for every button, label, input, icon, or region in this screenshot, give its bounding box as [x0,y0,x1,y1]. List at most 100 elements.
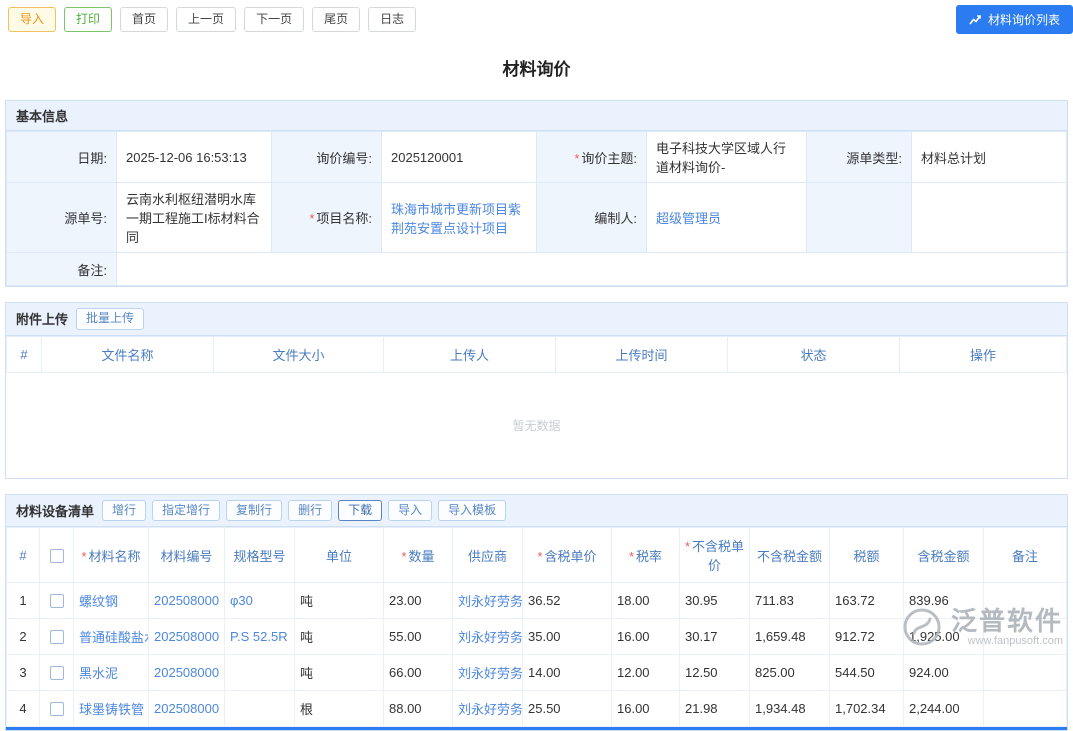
cell-qty: 23.00 [384,583,453,619]
basic-info-title: 基本信息 [16,106,68,125]
required-mark: * [574,151,579,166]
attachments-column-header: # [7,336,42,372]
nav-buttons: 首页上一页下一页尾页日志 [120,7,416,31]
name-link[interactable]: 普通硅酸盐水泥 [79,630,149,645]
attachments-header: 附件上传 批量上传 [6,303,1067,336]
cell-supplier: 刘永好劳务 [453,691,523,727]
attachments-header-row: #文件名称文件大小上传人上传时间状态操作 [7,336,1067,372]
cell-name: 螺纹钢 [74,583,149,619]
batch-upload-button[interactable]: 批量上传 [76,308,144,330]
cell-spec [225,655,295,691]
project-link[interactable]: 珠海市城市更新项目紫荆苑安置点设计项目 [391,202,521,236]
select-all-checkbox[interactable] [50,549,64,563]
cell-unit: 吨 [295,619,384,655]
materials-title: 材料设备清单 [16,501,94,520]
attachments-title: 附件上传 [16,309,68,328]
cell-amount_ex: 711.83 [750,583,830,619]
code-link[interactable]: 202508000 [154,701,219,716]
cell-name: 普通硅酸盐水泥 [74,619,149,655]
materials-column-header: *材料名称 [74,528,149,583]
author-link[interactable]: 超级管理员 [656,211,721,226]
cell-idx: 4 [7,691,40,727]
materials-toolbar-button[interactable]: 导入模板 [438,500,506,522]
row-checkbox[interactable] [50,630,64,644]
cell-amount_inc: 924.00 [904,655,984,691]
cell-idx: 1 [7,583,40,619]
inquiry-no-label: 询价编号: [272,132,382,183]
row-checkbox-cell [40,655,74,691]
cell-qty: 88.00 [384,691,453,727]
name-link[interactable]: 黑水泥 [79,666,118,681]
author-label: 编制人: [537,183,647,253]
cell-remark [984,691,1067,727]
materials-scrollbar[interactable] [6,727,1067,730]
fanpu-watermark: 泛普软件 www.fanpusoft.com [901,606,1063,648]
nav-button[interactable]: 首页 [120,7,168,31]
print-button[interactable]: 打印 [64,7,112,31]
basic-info-row-2: 源单号: 云南水利枢纽潜明水库一期工程施工I标材料合同 *项目名称: 珠海市城市… [7,183,1067,253]
date-value: 2025-12-06 16:53:13 [117,132,272,183]
cell-amount_inc: 2,244.00 [904,691,984,727]
cell-amount_ex: 825.00 [750,655,830,691]
materials-toolbar-button[interactable]: 删行 [288,500,332,522]
materials-toolbar-button[interactable]: 复制行 [226,500,282,522]
spec-link[interactable]: P.S 52.5R [230,629,288,644]
date-label: 日期: [7,132,117,183]
cell-tax_rate: 12.00 [612,655,680,691]
row-checkbox[interactable] [50,702,64,716]
materials-column-header: # [7,528,40,583]
code-link[interactable]: 202508000 [154,629,219,644]
cell-code: 202508000 [149,655,225,691]
supplier-link[interactable]: 刘永好劳务 [458,702,523,717]
materials-column-header: 不含税金额 [750,528,830,583]
cell-amount_ex: 1,934.48 [750,691,830,727]
cell-qty: 66.00 [384,655,453,691]
inquiry-list-button[interactable]: 材料询价列表 [956,5,1073,34]
code-link[interactable]: 202508000 [154,665,219,680]
cell-price: 14.00 [523,655,612,691]
supplier-link[interactable]: 刘永好劳务 [458,666,523,681]
cell-unit: 吨 [295,583,384,619]
author-value: 超级管理员 [647,183,807,253]
name-link[interactable]: 球墨铸铁管 [79,702,144,717]
subject-value: 电子科技大学区域人行道材料询价- [647,132,807,183]
cell-unit: 吨 [295,655,384,691]
required-mark: * [537,549,542,564]
materials-toolbar-button[interactable]: 指定增行 [152,500,220,522]
required-mark: * [309,211,314,226]
materials-toolbar-button[interactable]: 导入 [388,500,432,522]
cell-tax: 163.72 [830,583,904,619]
watermark-url: www.fanpusoft.com [951,635,1063,647]
nav-button[interactable]: 日志 [368,7,416,31]
project-label-text: 项目名称: [316,211,372,226]
attachments-column-header: 文件名称 [42,336,214,372]
subject-label-text: 询价主题: [581,151,637,166]
cell-code: 202508000 [149,691,225,727]
row-checkbox[interactable] [50,666,64,680]
nav-button[interactable]: 下一页 [244,7,304,31]
basic-info-section: 基本信息 日期: 2025-12-06 16:53:13 询价编号: 20251… [5,100,1068,287]
name-link[interactable]: 螺纹钢 [79,594,118,609]
materials-column-header: *税率 [612,528,680,583]
supplier-link[interactable]: 刘永好劳务 [458,594,523,609]
empty-label-cell [807,183,912,253]
cell-price: 35.00 [523,619,612,655]
materials-toolbar-button[interactable]: 下载 [338,500,382,522]
spec-link[interactable]: φ30 [230,593,253,608]
cell-supplier: 刘永好劳务 [453,619,523,655]
cell-price_ex: 30.95 [680,583,750,619]
row-checkbox-cell [40,583,74,619]
basic-info-table: 日期: 2025-12-06 16:53:13 询价编号: 2025120001… [6,131,1067,286]
attachments-table: #文件名称文件大小上传人上传时间状态操作 [6,336,1067,373]
nav-button[interactable]: 尾页 [312,7,360,31]
project-value: 珠海市城市更新项目紫荆苑安置点设计项目 [382,183,537,253]
supplier-link[interactable]: 刘永好劳务 [458,630,523,645]
trend-icon [969,14,982,26]
import-button[interactable]: 导入 [8,7,56,31]
nav-button[interactable]: 上一页 [176,7,236,31]
cell-remark [984,655,1067,691]
code-link[interactable]: 202508000 [154,593,219,608]
materials-toolbar-button[interactable]: 增行 [102,500,146,522]
material-row: 3黑水泥202508000吨66.00刘永好劳务14.0012.0012.508… [7,655,1067,691]
row-checkbox[interactable] [50,594,64,608]
